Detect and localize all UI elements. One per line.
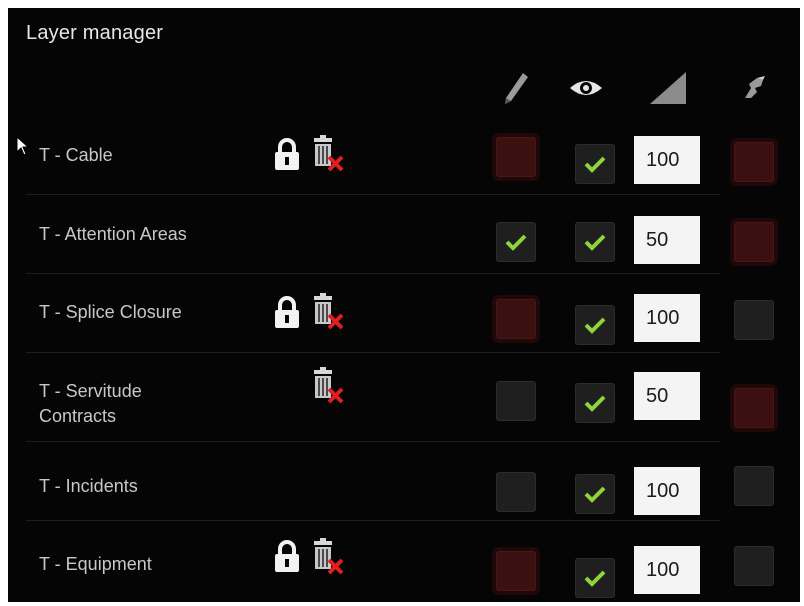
opacity-input[interactable]: 50 [634, 372, 700, 420]
layer-row-incidents: T - Incidents 100 [26, 442, 774, 521]
layer-name: T - Incidents [39, 476, 138, 496]
edit-checkbox[interactable] [496, 222, 536, 262]
edit-checkbox[interactable] [496, 299, 536, 339]
delete-layer-icon[interactable] [310, 135, 346, 173]
visible-checkbox[interactable] [575, 222, 615, 262]
mouse-cursor-icon [16, 135, 30, 161]
layer-row-attention-areas: T - Attention Areas 50 [26, 195, 774, 274]
edit-checkbox[interactable] [496, 551, 536, 591]
opacity-input[interactable]: 100 [634, 136, 700, 184]
layer-row-servitude-contracts: T - Servitude Contracts 50 [26, 353, 774, 442]
opacity-input[interactable]: 100 [634, 546, 700, 594]
visible-checkbox[interactable] [575, 558, 615, 598]
delete-layer-icon[interactable] [310, 367, 346, 405]
snap-checkbox[interactable] [734, 388, 774, 428]
layer-name: T - Servitude Contracts [39, 381, 142, 426]
snap-icon [730, 68, 778, 108]
layer-row-equipment: T - Equipment 100 [26, 521, 774, 599]
edit-pencil-icon [492, 68, 540, 108]
visible-checkbox[interactable] [575, 474, 615, 514]
opacity-input[interactable]: 50 [634, 216, 700, 264]
snap-checkbox[interactable] [734, 142, 774, 182]
edit-checkbox[interactable] [496, 137, 536, 177]
opacity-triangle-icon [644, 68, 692, 108]
visible-checkbox[interactable] [575, 305, 615, 345]
layer-row-cable: T - Cable 100 [26, 116, 774, 195]
layer-name: T - Splice Closure [39, 302, 182, 322]
eye-visibility-icon [562, 68, 610, 108]
snap-checkbox[interactable] [734, 546, 774, 586]
snap-checkbox[interactable] [734, 466, 774, 506]
lock-icon[interactable] [272, 138, 302, 172]
delete-layer-icon[interactable] [310, 293, 346, 331]
edit-checkbox[interactable] [496, 381, 536, 421]
visible-checkbox[interactable] [575, 383, 615, 423]
layer-row-splice-closure: T - Splice Closure 100 [26, 274, 774, 353]
panel-title: Layer manager [26, 22, 164, 44]
edit-checkbox[interactable] [496, 472, 536, 512]
lock-icon[interactable] [272, 296, 302, 330]
layer-name: T - Cable [39, 145, 113, 165]
opacity-input[interactable]: 100 [634, 467, 700, 515]
layer-manager-panel: Layer manager T - Cable 100 T - Attentio… [8, 8, 800, 602]
layer-name: T - Attention Areas [39, 224, 187, 244]
delete-layer-icon[interactable] [310, 538, 346, 576]
layer-name: T - Equipment [39, 554, 152, 574]
snap-checkbox[interactable] [734, 222, 774, 262]
opacity-input[interactable]: 100 [634, 294, 700, 342]
visible-checkbox[interactable] [575, 144, 615, 184]
snap-checkbox[interactable] [734, 300, 774, 340]
lock-icon[interactable] [272, 540, 302, 574]
